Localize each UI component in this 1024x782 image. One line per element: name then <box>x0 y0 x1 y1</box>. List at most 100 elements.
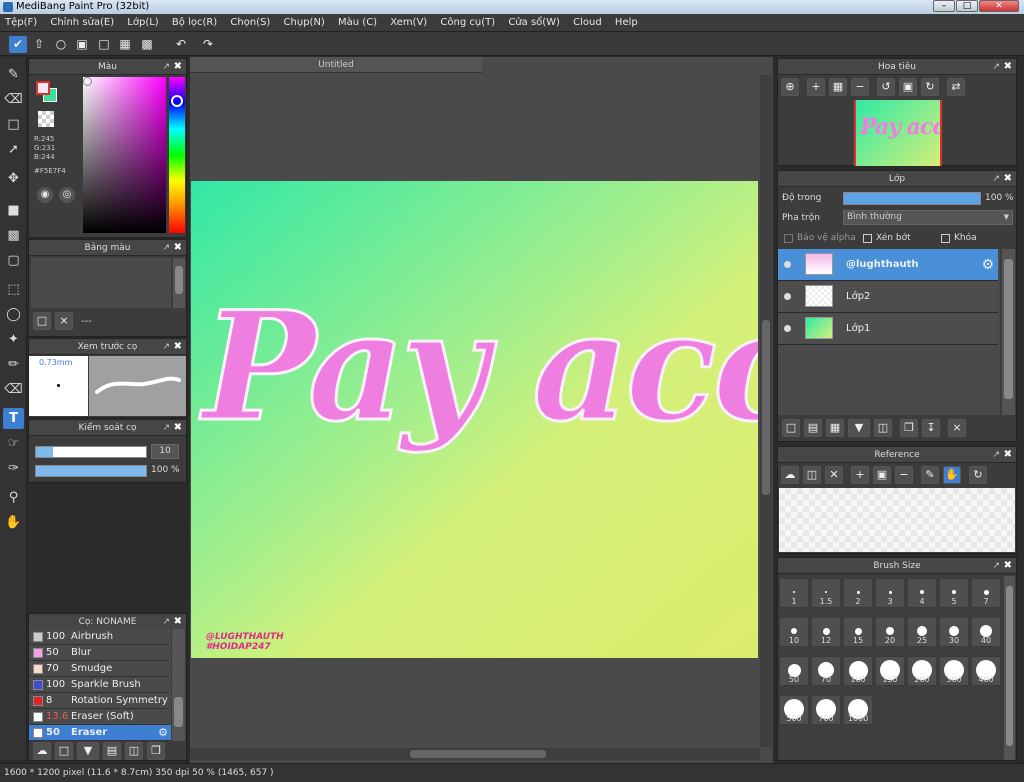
rotate-icon[interactable]: ↻ <box>969 466 987 484</box>
blend-mode-select[interactable]: Bình thường ▼ <box>843 210 1013 225</box>
hand-icon[interactable]: ✋ <box>943 466 961 484</box>
gear-icon[interactable]: ⚙ <box>981 249 994 281</box>
visibility-eye-icon[interactable] <box>784 261 791 268</box>
line-tool-icon[interactable]: ➚ <box>3 139 24 160</box>
close-icon[interactable]: ✖ <box>174 614 182 630</box>
open-folder-icon[interactable]: ◫ <box>803 466 821 484</box>
brush-size-scrollbar[interactable] <box>1004 576 1015 760</box>
maximize-button[interactable]: □ <box>956 0 978 12</box>
brush-size-option[interactable]: 12 <box>811 617 841 647</box>
close-icon[interactable]: ✖ <box>1004 59 1012 75</box>
zoom-out-icon[interactable]: − <box>851 78 869 96</box>
magic-wand-tool-icon[interactable]: ✦ <box>3 329 24 350</box>
dropper-tool-icon[interactable]: ✑ <box>3 458 24 479</box>
fill-rect-tool-icon[interactable]: ■ <box>3 200 24 221</box>
palette-icon[interactable]: ◉ <box>37 187 53 203</box>
undo-icon[interactable]: ↶ <box>172 36 190 53</box>
new-layer-icon[interactable]: □ <box>782 419 800 437</box>
speech-bubble-icon[interactable]: ○ <box>52 36 70 53</box>
add-layer-menu-icon[interactable]: ▼ <box>848 419 870 437</box>
menu-layer[interactable]: Lớp(L) <box>122 14 163 32</box>
select-eraser-tool-icon[interactable]: ⌫ <box>3 379 24 400</box>
rectangle-tool-icon[interactable]: □ <box>3 114 24 135</box>
brush-list-scrollbar[interactable] <box>172 629 185 741</box>
brush-size-option[interactable]: 100 <box>843 656 873 686</box>
brush-size-option[interactable]: 700 <box>811 695 841 725</box>
layer-row-lughthauth[interactable]: @lughthauth ⚙ <box>778 249 998 281</box>
zoom-fit-icon[interactable]: ⊕ <box>781 78 799 96</box>
color-picker-cursor[interactable] <box>83 77 92 86</box>
visibility-eye-icon[interactable] <box>784 325 791 332</box>
menu-color[interactable]: Màu (C) <box>333 14 382 32</box>
brush-size-option[interactable]: 7 <box>971 578 1001 608</box>
menu-select[interactable]: Chọn(S) <box>225 14 275 32</box>
eyedropper-tool-icon[interactable]: ⚲ <box>3 487 24 508</box>
brush-size-option[interactable]: 50 <box>779 656 809 686</box>
fit-icon[interactable]: ▣ <box>873 466 891 484</box>
lock-checkbox[interactable] <box>941 234 950 243</box>
clipping-checkbox[interactable] <box>863 234 872 243</box>
bucket-tool-icon[interactable]: ▩ <box>3 225 24 246</box>
transparent-color-swatch[interactable] <box>38 111 54 127</box>
menu-help[interactable]: Help <box>610 14 643 32</box>
brush-size-option[interactable]: 70 <box>811 656 841 686</box>
layer-row-lop2[interactable]: Lớp2 <box>778 281 998 313</box>
brush-size-option[interactable]: 25 <box>907 617 937 647</box>
operation-tool-icon[interactable]: ☞ <box>3 433 24 454</box>
new-palette-icon[interactable]: □ <box>33 312 51 330</box>
rotate-left-icon[interactable]: ↺ <box>877 78 895 96</box>
delete-layer-icon[interactable]: ⨯ <box>948 419 966 437</box>
rotate-right-icon[interactable]: ↻ <box>921 78 939 96</box>
cloud-open-icon[interactable]: ☁ <box>781 466 799 484</box>
brush-size-value[interactable]: 10 <box>151 444 179 459</box>
brush-size-option[interactable]: 300 <box>939 656 969 686</box>
popout-icon[interactable]: ↗ <box>162 240 170 256</box>
brush-item-airbrush[interactable]: 100 Airbrush <box>29 629 169 645</box>
brush-size-option[interactable]: 4 <box>907 578 937 608</box>
brush-size-option[interactable]: 200 <box>907 656 937 686</box>
brush-item-rotation-symmetry[interactable]: 8 Rotation Symmetry Pe <box>29 693 183 709</box>
actual-size-icon[interactable]: ▦ <box>829 78 847 96</box>
document-tab[interactable]: Untitled <box>190 57 482 73</box>
zoom-in-icon[interactable]: + <box>807 78 825 96</box>
popout-icon[interactable]: ↗ <box>162 614 170 630</box>
popout-icon[interactable]: ↗ <box>992 558 1000 574</box>
add-brush-menu-icon[interactable]: ▼ <box>77 742 99 760</box>
palette-scrollbar[interactable] <box>173 258 185 308</box>
grid-icon[interactable]: ▦ <box>116 36 134 53</box>
brush-size-option[interactable]: 1.5 <box>811 578 841 608</box>
brush-size-option[interactable]: 1000 <box>843 695 873 725</box>
page-icon[interactable]: □ <box>95 36 113 53</box>
close-icon[interactable]: ✖ <box>174 339 182 355</box>
popout-icon[interactable]: ↗ <box>162 59 170 75</box>
delete-palette-icon[interactable]: ⨯ <box>55 312 73 330</box>
brush-size-option[interactable]: 10 <box>779 617 809 647</box>
popout-icon[interactable]: ↗ <box>992 447 1000 463</box>
panel-layout-icon[interactable]: ▩ <box>138 36 156 53</box>
menu-filter[interactable]: Bộ lọc(R) <box>167 14 222 32</box>
layer-scrollbar[interactable] <box>1002 249 1015 415</box>
menu-window[interactable]: Cửa sổ(W) <box>503 14 565 32</box>
color-wheel-icon[interactable]: ◎ <box>59 187 75 203</box>
brush-opacity-slider[interactable] <box>35 465 147 477</box>
gradient-tool-icon[interactable]: ▢ <box>3 250 24 271</box>
brush-size-option[interactable]: 30 <box>939 617 969 647</box>
brush-tool-icon[interactable]: ✎ <box>3 64 24 85</box>
zoom-in-icon[interactable]: + <box>851 466 869 484</box>
menu-cloud[interactable]: Cloud <box>568 14 607 32</box>
popout-icon[interactable]: ↗ <box>992 59 1000 75</box>
primary-color-swatch[interactable] <box>36 81 50 95</box>
layer-row-lop1[interactable]: Lớp1 <box>778 313 998 345</box>
brush-item-sparkle[interactable]: 100 Sparkle Brush <box>29 677 169 693</box>
canvas-horizontal-scrollbar[interactable] <box>190 748 760 760</box>
close-icon[interactable]: ✖ <box>1004 558 1012 574</box>
layer-opacity-slider[interactable] <box>843 192 981 205</box>
brush-item-smudge[interactable]: 70 Smudge <box>29 661 169 677</box>
close-icon[interactable]: ✖ <box>174 59 182 75</box>
menu-file[interactable]: Tệp(F) <box>0 14 42 32</box>
merge-layer-icon[interactable]: ↧ <box>922 419 940 437</box>
brush-size-option[interactable]: 500 <box>779 695 809 725</box>
menu-snap[interactable]: Chụp(N) <box>279 14 330 32</box>
menu-view[interactable]: Xem(V) <box>385 14 432 32</box>
menu-edit[interactable]: Chỉnh sửa(E) <box>45 14 119 32</box>
